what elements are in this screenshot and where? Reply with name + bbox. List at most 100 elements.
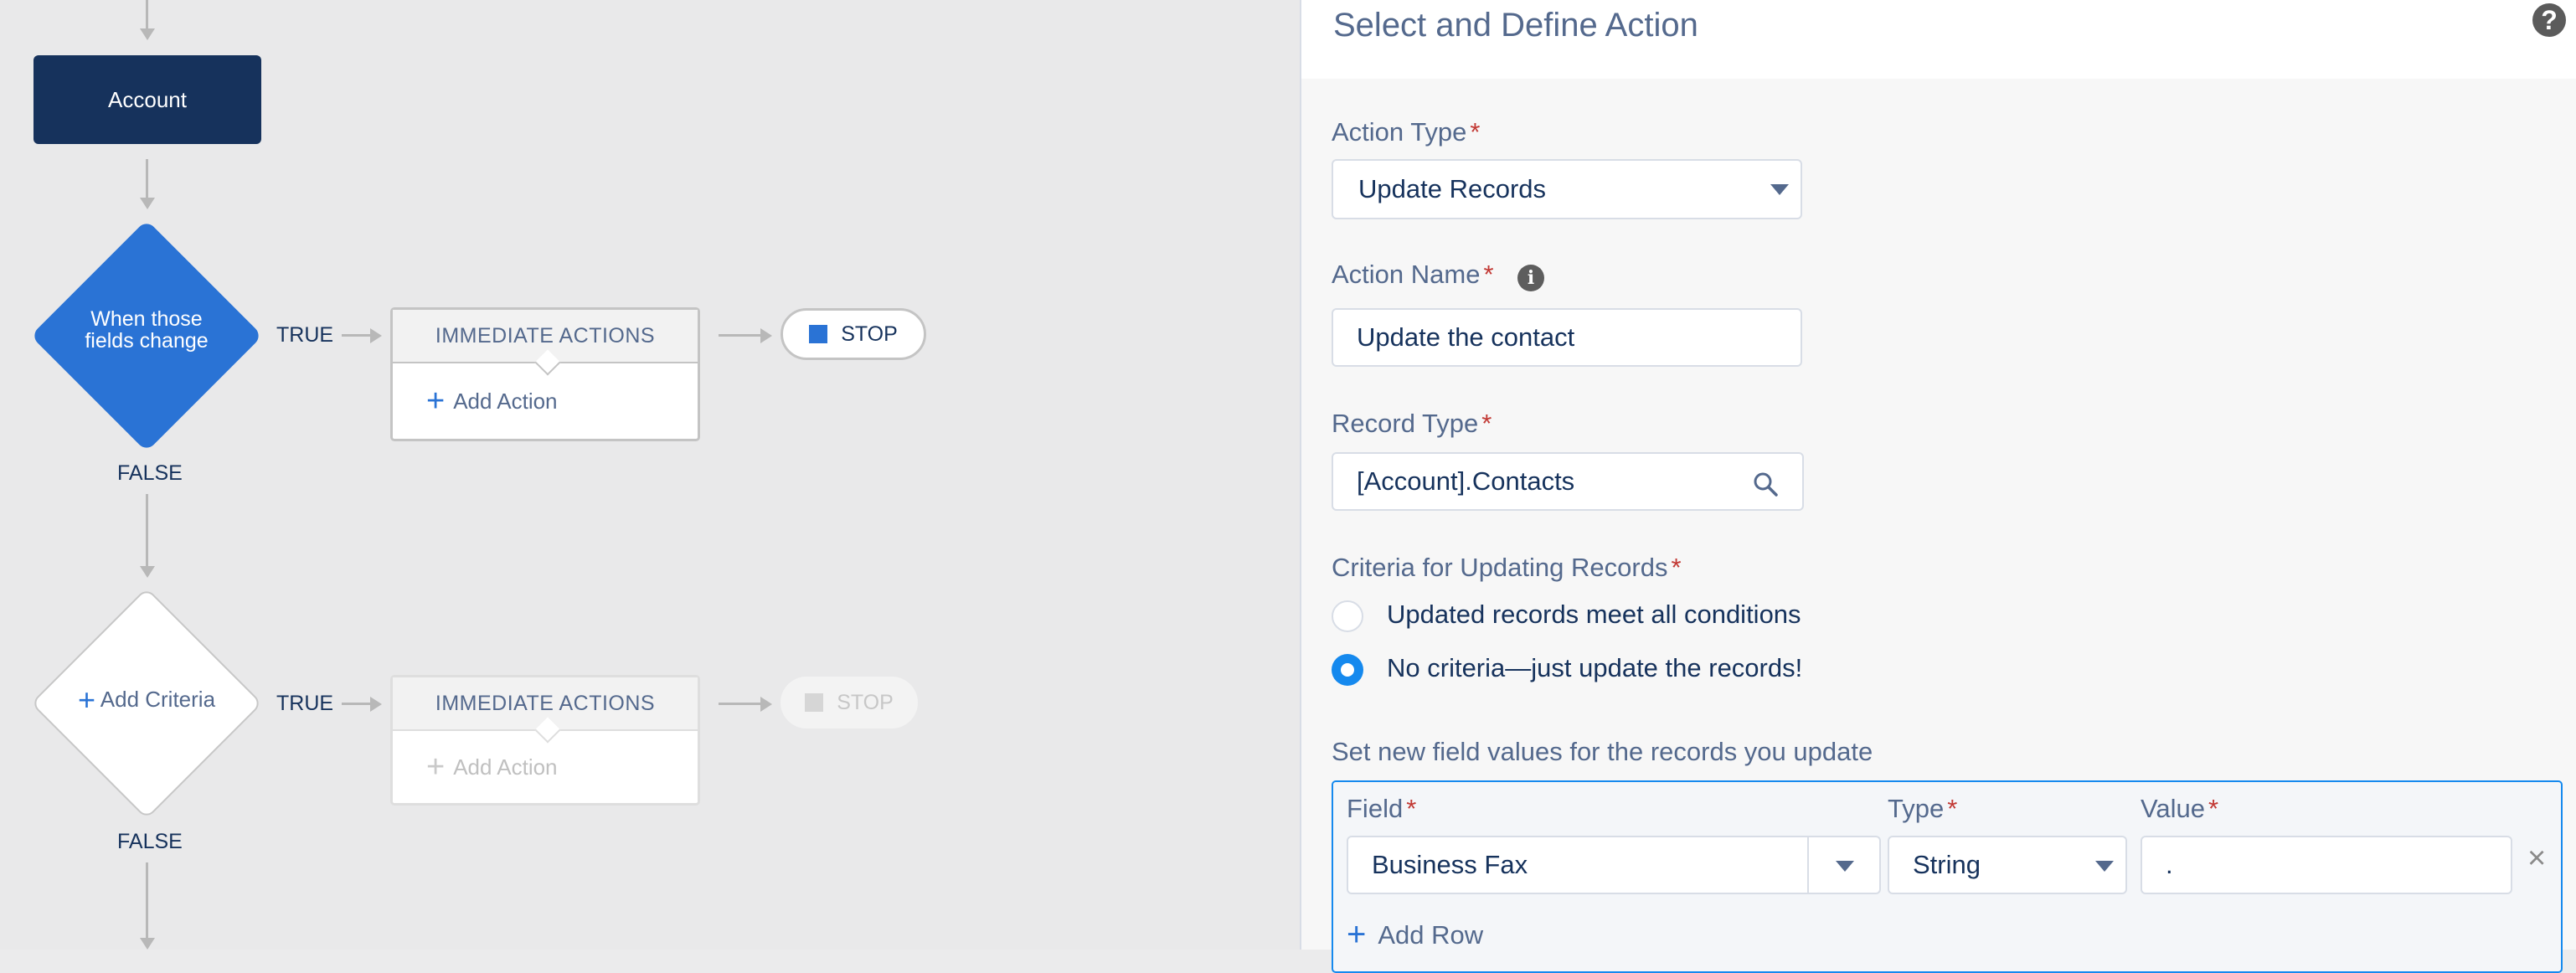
connector bbox=[146, 862, 148, 943]
criteria-node-1-label[interactable]: When those fields change bbox=[50, 308, 243, 352]
connector-arrow bbox=[370, 697, 382, 712]
immediate-actions-header: IMMEDIATE ACTIONS bbox=[393, 310, 698, 376]
stop-label: STOP bbox=[837, 690, 894, 714]
chevron-down-icon bbox=[2095, 861, 2114, 872]
add-action-label: Add Action bbox=[453, 388, 558, 414]
connector bbox=[146, 0, 148, 30]
action-type-label: Action Type * bbox=[1332, 117, 1481, 147]
false-label: FALSE bbox=[117, 461, 183, 485]
true-label: TRUE bbox=[276, 323, 334, 347]
connector bbox=[146, 494, 148, 569]
record-type-label-text: Record Type bbox=[1332, 409, 1479, 438]
connector bbox=[719, 334, 762, 337]
connector-arrow bbox=[370, 328, 382, 343]
plus-icon: + bbox=[77, 682, 95, 717]
add-criteria-label: Add Criteria bbox=[100, 687, 216, 712]
true-label: TRUE bbox=[276, 692, 334, 715]
connector-arrow bbox=[140, 566, 155, 578]
immediate-actions-box: IMMEDIATE ACTIONS + Add Action bbox=[390, 307, 700, 441]
immediate-actions-header: IMMEDIATE ACTIONS bbox=[393, 677, 698, 744]
column-header-value: Value * bbox=[2141, 794, 2218, 824]
field-values-label: Set new field values for the records you… bbox=[1332, 737, 1873, 766]
column-header-field: Field * bbox=[1347, 794, 1416, 824]
radio-all-conditions-label[interactable]: Updated records meet all conditions bbox=[1387, 600, 1801, 630]
stop-node[interactable]: STOP bbox=[781, 308, 926, 360]
stop-label: STOP bbox=[841, 322, 898, 346]
panel-title: Select and Define Action bbox=[1333, 7, 1698, 44]
remove-row-icon[interactable]: × bbox=[2527, 841, 2546, 877]
divider bbox=[1807, 837, 1809, 893]
panel-header: Select and Define Action ? bbox=[1301, 0, 2576, 79]
field-value: Business Fax bbox=[1372, 850, 1528, 879]
stop-icon bbox=[809, 325, 828, 343]
column-header-type-text: Type bbox=[1888, 794, 1945, 823]
required-marker: * bbox=[2208, 794, 2219, 823]
criteria-label-text: Criteria for Updating Records bbox=[1332, 553, 1668, 582]
connector-arrow bbox=[140, 198, 155, 209]
connector-arrow bbox=[760, 697, 772, 712]
chevron-down-icon bbox=[1770, 184, 1789, 195]
required-marker: * bbox=[1481, 409, 1492, 438]
column-header-field-text: Field bbox=[1347, 794, 1404, 823]
column-header-value-text: Value bbox=[2141, 794, 2205, 823]
add-action-button-disabled: + Add Action bbox=[393, 731, 698, 803]
object-node-account[interactable]: Account bbox=[33, 55, 261, 144]
add-criteria-button[interactable]: + Add Criteria bbox=[50, 685, 243, 715]
record-type-input[interactable]: [Account].Contacts bbox=[1332, 452, 1804, 511]
add-row-label: Add Row bbox=[1378, 919, 1484, 950]
field-values-table: Field * Type * Value * Business Fax String … bbox=[1332, 780, 2563, 973]
action-type-label-text: Action Type bbox=[1332, 117, 1467, 147]
connector-arrow bbox=[140, 28, 155, 40]
required-marker: * bbox=[1406, 794, 1417, 823]
action-name-value: Update the contact bbox=[1357, 322, 1575, 352]
connector-arrow bbox=[760, 328, 772, 343]
chevron-down-icon bbox=[1836, 861, 1854, 872]
radio-all-conditions[interactable] bbox=[1332, 600, 1363, 632]
info-icon[interactable]: i bbox=[1517, 265, 1544, 291]
immediate-actions-title: IMMEDIATE ACTIONS bbox=[435, 323, 656, 348]
field-select[interactable]: Business Fax bbox=[1347, 836, 1881, 894]
help-icon[interactable]: ? bbox=[2532, 3, 2566, 37]
plus-icon: + bbox=[1347, 916, 1367, 953]
criteria-label: Criteria for Updating Records * bbox=[1332, 553, 1682, 583]
process-canvas: Account When those fields change TRUE FA… bbox=[0, 0, 1300, 950]
value-value: . bbox=[2166, 850, 2173, 879]
stop-node-disabled: STOP bbox=[781, 677, 918, 728]
action-panel: Select and Define Action ? Action Type * … bbox=[1300, 0, 2576, 973]
required-marker: * bbox=[1483, 260, 1494, 289]
action-type-select[interactable]: Update Records bbox=[1332, 159, 1802, 219]
type-value: String bbox=[1913, 850, 1981, 879]
action-name-label-text: Action Name bbox=[1332, 260, 1481, 289]
stop-icon bbox=[805, 693, 824, 712]
connector bbox=[342, 334, 372, 337]
required-marker: * bbox=[1470, 117, 1481, 147]
immediate-actions-box-disabled: IMMEDIATE ACTIONS + Add Action bbox=[390, 675, 700, 806]
action-name-input[interactable]: Update the contact bbox=[1332, 308, 1802, 367]
criteria-label-line-2: fields change bbox=[85, 329, 209, 353]
record-type-value: [Account].Contacts bbox=[1357, 466, 1575, 496]
connector bbox=[146, 159, 148, 201]
radio-no-criteria-label[interactable]: No criteria—just update the records! bbox=[1387, 653, 1802, 683]
record-type-label: Record Type * bbox=[1332, 409, 1492, 439]
connector bbox=[719, 703, 762, 705]
radio-no-criteria[interactable] bbox=[1332, 654, 1363, 686]
connector-arrow bbox=[140, 938, 155, 950]
type-select[interactable]: String bbox=[1888, 836, 2127, 894]
criteria-label-line-1: When those bbox=[90, 307, 203, 331]
plus-icon: + bbox=[426, 749, 446, 785]
add-action-button[interactable]: + Add Action bbox=[393, 363, 698, 439]
column-header-type: Type * bbox=[1888, 794, 1957, 824]
object-node-label: Account bbox=[108, 86, 187, 112]
plus-icon: + bbox=[426, 383, 446, 419]
immediate-actions-title: IMMEDIATE ACTIONS bbox=[435, 691, 656, 715]
action-type-value: Update Records bbox=[1358, 174, 1547, 203]
add-row-button[interactable]: + Add Row bbox=[1347, 916, 1483, 954]
required-marker: * bbox=[1947, 794, 1958, 823]
false-label: FALSE bbox=[117, 830, 183, 853]
search-icon[interactable] bbox=[1752, 471, 1779, 497]
action-name-label: Action Name * bbox=[1332, 260, 1494, 290]
add-action-label: Add Action bbox=[453, 754, 558, 780]
value-input[interactable]: . bbox=[2141, 836, 2512, 894]
connector bbox=[342, 703, 372, 705]
required-marker: * bbox=[1671, 553, 1682, 582]
